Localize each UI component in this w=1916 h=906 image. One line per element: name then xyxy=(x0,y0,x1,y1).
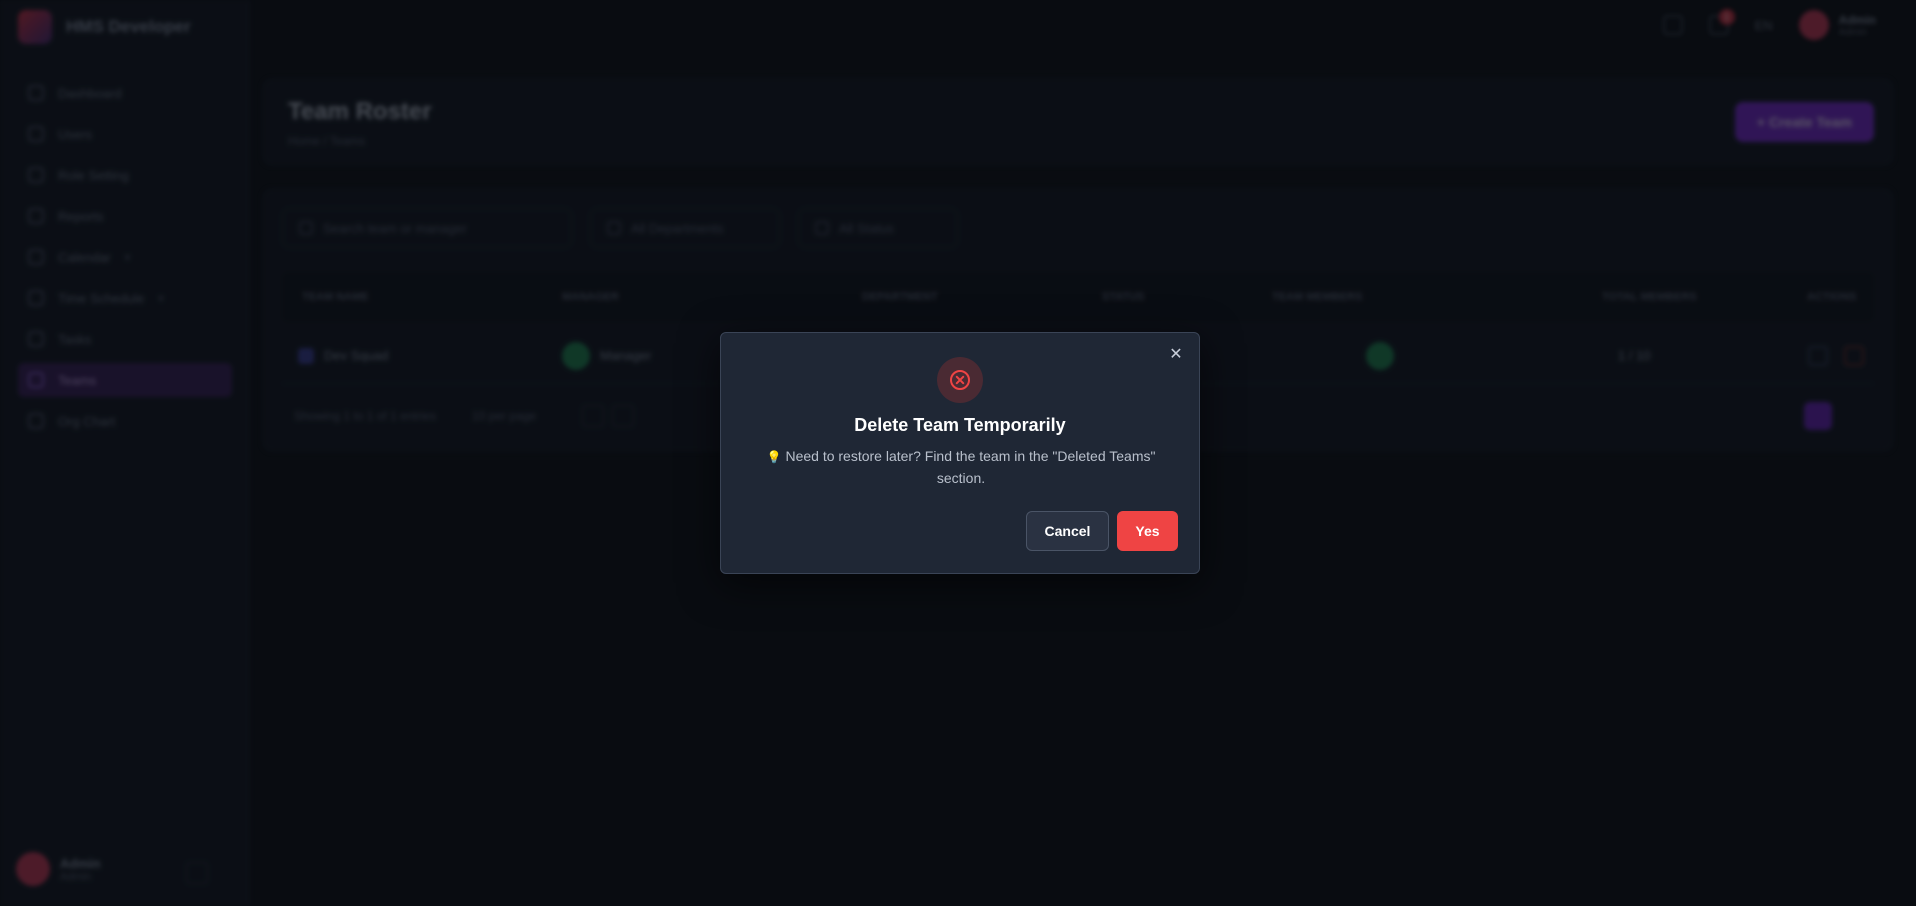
delete-team-dialog: ✕ Delete Team Temporarily 💡 Need to resto… xyxy=(720,332,1200,574)
lightbulb-icon: 💡 xyxy=(766,450,782,464)
alert-icon-badge xyxy=(937,357,983,403)
dialog-message: 💡 Need to restore later? Find the team in… xyxy=(761,446,1161,489)
x-circle-icon xyxy=(950,370,970,390)
close-icon[interactable]: ✕ xyxy=(1165,343,1187,365)
dialog-message-text: Need to restore later? Find the team in … xyxy=(785,448,1156,486)
cancel-button[interactable]: Cancel xyxy=(1026,511,1109,551)
confirm-yes-button[interactable]: Yes xyxy=(1117,511,1178,551)
dialog-title: Delete Team Temporarily xyxy=(854,415,1066,435)
